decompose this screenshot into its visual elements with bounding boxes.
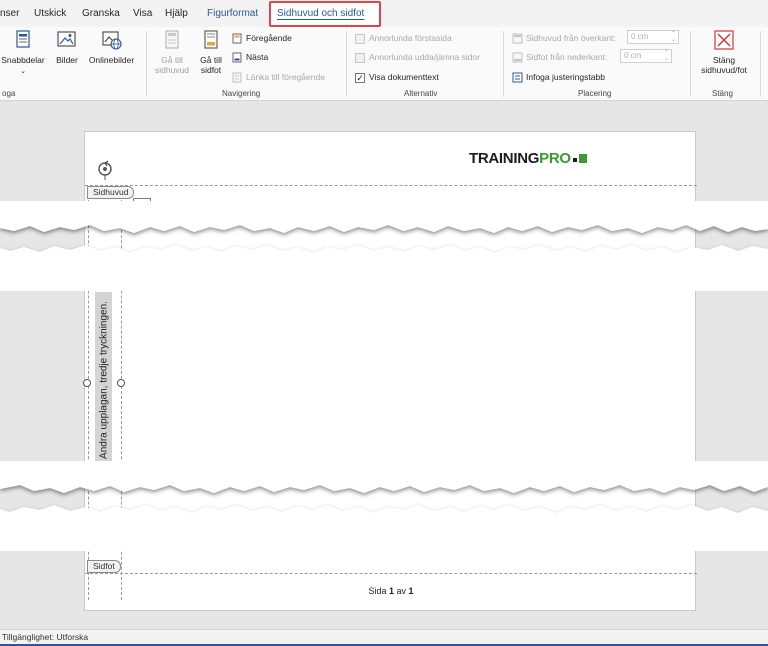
checkbox-box <box>355 33 365 44</box>
group-separator <box>346 31 347 97</box>
bilder-label: Bilder <box>56 55 78 65</box>
tab-utskick[interactable]: Utskick <box>34 0 66 27</box>
visa-dokumenttext-checkbox[interactable]: ✓ Visa dokumenttext <box>355 70 439 84</box>
logo-text-part1: TRAINING <box>469 150 540 167</box>
page-number: Sida 1 av 1 <box>85 586 697 596</box>
next-icon <box>232 52 242 63</box>
lanka-label: Länka till föregående <box>246 72 325 82</box>
tab-visa[interactable]: Visa <box>133 0 152 27</box>
ribbon: Snabbdelar ⌄ Bilder Onlinebilder oga Gå … <box>0 27 768 101</box>
group-label-navigering: Navigering <box>222 89 261 98</box>
foregaende-button[interactable]: Föregående <box>232 31 292 45</box>
group-label-stang: Stäng <box>712 89 733 98</box>
go-to-header-icon <box>165 30 179 49</box>
tab-hjalp[interactable]: Hjälp <box>165 0 188 27</box>
sidhuvud-fran-overkant: Sidhuvud från överkant: <box>512 31 616 45</box>
ribbon-tabs: nser Utskick Granska Visa Hjälp Figurfor… <box>0 0 768 27</box>
nasta-label: Nästa <box>246 52 269 62</box>
logo-mark-icon <box>572 158 577 162</box>
stang-label-2: sidhuvud/fot <box>701 65 747 75</box>
bilder-button[interactable]: Bilder <box>52 29 82 65</box>
torn-edge-top <box>0 201 768 291</box>
sidfot-position-value: 0 cm <box>624 51 642 60</box>
sidhuvud-position-value: 0 cm <box>631 32 649 41</box>
group-separator <box>690 31 691 97</box>
annorlunda-udda-jamna-checkbox[interactable]: Annorlunda udda/jämna sidor <box>355 50 480 64</box>
tab-granska[interactable]: Granska <box>82 0 120 27</box>
header-tag: Sidhuvud <box>87 186 135 199</box>
snabbdelar-label: Snabbdelar <box>1 55 45 65</box>
group-label-alternativ: Alternativ <box>404 89 438 98</box>
group-label-infoga: oga <box>2 89 16 98</box>
snabbdelar-button[interactable]: Snabbdelar ⌄ <box>0 29 46 77</box>
page-mid: av <box>394 586 409 596</box>
tab-figurformat[interactable]: Figurformat <box>207 0 258 27</box>
link-icon <box>232 72 242 83</box>
ga-till-sidhuvud-label-2: sidhuvud <box>154 65 190 75</box>
onlinebilder-label: Onlinebilder <box>88 55 135 65</box>
sidfot-fran-nederkant: Sidfot från nederkant: <box>512 50 607 64</box>
vertical-textbox-text: Andra upplagan, tredje tryckningen. <box>98 300 109 459</box>
checkbox-box <box>355 52 365 63</box>
visa-dokumenttext-label: Visa dokumenttext <box>369 72 439 82</box>
rotate-handle-icon[interactable] <box>95 160 115 180</box>
trainingpro-logo: TRAININGPRO <box>469 150 587 167</box>
header-boundary <box>85 185 697 186</box>
group-label-placering: Placering <box>578 89 612 98</box>
lanka-till-foregaende-button[interactable]: Länka till föregående <box>232 70 325 84</box>
stang-label-1: Stäng <box>712 55 736 65</box>
foregaende-label: Föregående <box>246 33 292 43</box>
vertical-textbox[interactable]: Andra upplagan, tredje tryckningen. <box>95 292 112 467</box>
annorlunda-udda-label: Annorlunda udda/jämna sidor <box>369 52 481 62</box>
page-prefix: Sida <box>368 586 389 596</box>
torn-edge-bottom <box>0 461 768 551</box>
infoga-justeringstabb-label: Infoga justeringstabb <box>526 72 605 82</box>
group-separator <box>503 31 504 97</box>
spinner-icon[interactable]: ⌃ ⌄ <box>671 31 676 43</box>
footer-position-icon <box>512 52 523 63</box>
sidfot-fran-nederkant-label: Sidfot från nederkant: <box>526 52 608 62</box>
chevron-down-icon: ⌄ <box>20 68 26 75</box>
sidfot-position-input[interactable]: 0 cm ⌃ ⌄ <box>620 49 672 63</box>
online-pictures-icon <box>101 31 122 50</box>
spinner-icon[interactable]: ⌃ ⌄ <box>664 50 669 62</box>
status-bar: Tillgänglighet: Utforska <box>0 629 768 646</box>
annorlunda-forstasida-label: Annorlunda förstasida <box>369 33 452 43</box>
ga-till-sidhuvud-button[interactable]: Gå till sidhuvud <box>150 29 194 75</box>
footer-tag: Sidfot <box>87 560 121 573</box>
group-separator <box>760 31 761 97</box>
pictures-icon <box>57 31 76 47</box>
accessibility-status[interactable]: Tillgänglighet: Utforska <box>2 632 88 642</box>
infoga-justeringstabb-button[interactable]: Infoga justeringstabb <box>512 70 605 84</box>
resize-handle[interactable] <box>117 379 125 387</box>
annorlunda-forstasida-checkbox[interactable]: Annorlunda förstasida <box>355 31 452 45</box>
alignment-tab-icon <box>512 72 523 83</box>
nasta-button[interactable]: Nästa <box>232 50 268 64</box>
footer-boundary <box>85 573 697 574</box>
onlinebilder-button[interactable]: Onlinebilder <box>84 29 139 65</box>
document-area: TRAININGPRO Sidhuvud Andra upplagan, tre… <box>0 101 768 629</box>
stang-sidhuvud-fot-button[interactable]: Stäng sidhuvud/fot <box>694 29 754 75</box>
sidhuvud-fran-overkant-label: Sidhuvud från överkant: <box>526 33 616 43</box>
tab-sidhuvud-och-sidfot[interactable]: Sidhuvud och sidfot <box>277 0 364 27</box>
ga-till-sidhuvud-label-1: Gå till <box>161 55 183 65</box>
tab-infoga[interactable]: nser <box>0 0 19 27</box>
logo-mark-icon <box>578 154 587 163</box>
header-position-icon <box>512 33 523 44</box>
sidhuvud-position-input[interactable]: 0 cm ⌃ ⌄ <box>627 30 679 44</box>
group-separator <box>146 31 147 97</box>
previous-icon <box>232 33 242 44</box>
close-icon <box>714 30 734 50</box>
logo-text-part2: PRO <box>539 150 571 167</box>
ga-till-sidfot-label-1: Gå till <box>200 55 222 65</box>
go-to-footer-icon <box>204 30 218 49</box>
page-total: 1 <box>408 586 414 596</box>
quick-parts-icon <box>16 30 30 48</box>
ga-till-sidfot-label-2: sidfot <box>200 65 222 75</box>
ga-till-sidfot-button[interactable]: Gå till sidfot <box>196 29 226 75</box>
checkmark-icon: ✓ <box>355 72 365 83</box>
resize-handle[interactable] <box>83 379 91 387</box>
